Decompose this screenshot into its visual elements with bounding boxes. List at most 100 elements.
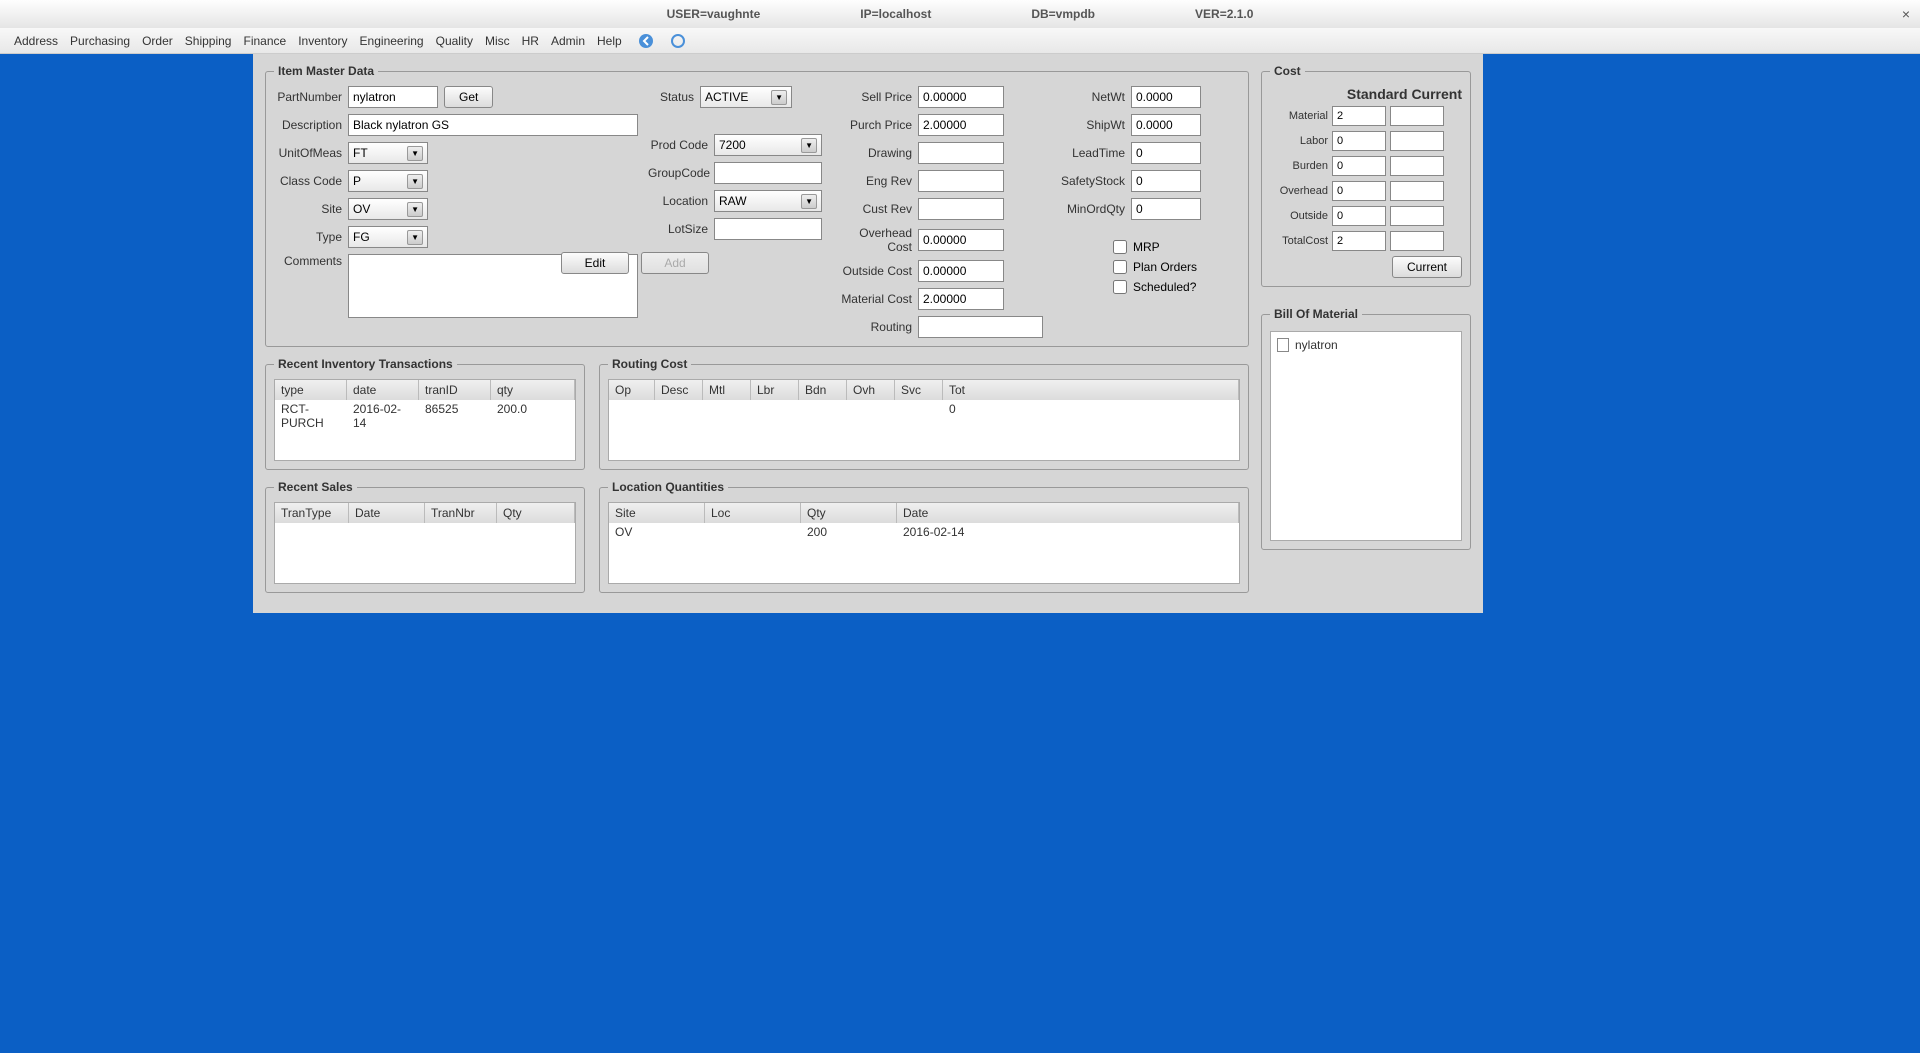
menu-inventory[interactable]: Inventory [292,30,353,52]
table-row[interactable]: 0 [609,400,1239,418]
labor-cur[interactable] [1390,131,1444,151]
outside-std[interactable] [1332,206,1386,226]
current-button[interactable]: Current [1392,256,1462,278]
netwt-input[interactable] [1131,86,1201,108]
drawing-input[interactable] [918,142,1004,164]
th-tot[interactable]: Tot [943,380,1239,400]
burden-label: Burden [1270,160,1328,172]
location-select[interactable]: RAW [714,190,822,212]
bom-item[interactable]: nylatron [1277,338,1455,352]
shipwt-input[interactable] [1131,114,1201,136]
th-loc[interactable]: Loc [705,503,801,523]
th-svc[interactable]: Svc [895,380,943,400]
menu-shipping[interactable]: Shipping [179,30,238,52]
classcode-select[interactable]: P [348,170,428,192]
routing-cost-table[interactable]: Op Desc Mtl Lbr Bdn Ovh Svc Tot 0 [608,379,1240,461]
back-icon[interactable] [632,29,660,53]
th-ovh[interactable]: Ovh [847,380,895,400]
engrev-label: Eng Rev [832,174,912,188]
menu-address[interactable]: Address [8,30,64,52]
menu-quality[interactable]: Quality [430,30,479,52]
th-lsite[interactable]: Site [609,503,705,523]
totalcost-cur[interactable] [1390,231,1444,251]
prodcode-select[interactable]: 7200 [714,134,822,156]
menu-admin[interactable]: Admin [545,30,591,52]
overheadcost-label: Overhead Cost [832,226,912,254]
partnumber-label: PartNumber [274,90,342,104]
material-cur[interactable] [1390,106,1444,126]
locqty-table[interactable]: Site Loc Qty Date OV 200 2016-02-14 [608,502,1240,584]
overhead-cur[interactable] [1390,181,1444,201]
burden-std[interactable] [1332,156,1386,176]
uom-select[interactable]: FT [348,142,428,164]
recent-sales-table[interactable]: TranType Date TranNbr Qty [274,502,576,584]
menubar: Address Purchasing Order Shipping Financ… [0,28,1920,54]
purchprice-label: Purch Price [832,118,912,132]
minordqty-label: MinOrdQty [1053,202,1125,216]
th-lqty[interactable]: Qty [801,503,897,523]
menu-finance[interactable]: Finance [237,30,292,52]
lotsize-input[interactable] [714,218,822,240]
table-row[interactable]: RCT-PURCH 2016-02-14 86525 200.0 [275,400,575,432]
outside-cur[interactable] [1390,206,1444,226]
engrev-input[interactable] [918,170,1004,192]
menu-engineering[interactable]: Engineering [354,30,430,52]
leadtime-input[interactable] [1131,142,1201,164]
purchprice-input[interactable] [918,114,1004,136]
th-type[interactable]: type [275,380,347,400]
totalcost-std[interactable] [1332,231,1386,251]
th-tranid[interactable]: tranID [419,380,491,400]
routing-input[interactable] [918,316,1043,338]
th-sqty[interactable]: Qty [497,503,575,523]
menu-help[interactable]: Help [591,30,628,52]
planorders-checkbox[interactable] [1113,260,1127,274]
scheduled-checkbox[interactable] [1113,280,1127,294]
type-select[interactable]: FG [348,226,428,248]
th-trantype[interactable]: TranType [275,503,349,523]
th-sdate[interactable]: Date [349,503,425,523]
edit-button[interactable]: Edit [561,252,629,274]
menu-hr[interactable]: HR [516,30,545,52]
routing-cost-legend: Routing Cost [608,357,691,371]
status-label: Status [648,90,694,104]
ip-info: IP=localhost [860,7,931,21]
labor-std[interactable] [1332,131,1386,151]
th-date[interactable]: date [347,380,419,400]
burden-cur[interactable] [1390,156,1444,176]
mrp-checkbox[interactable] [1113,240,1127,254]
th-trannbr[interactable]: TranNbr [425,503,497,523]
th-op[interactable]: Op [609,380,655,400]
site-select[interactable]: OV [348,198,428,220]
menu-order[interactable]: Order [136,30,179,52]
recent-inv-table[interactable]: type date tranID qty RCT-PURCH 2016-02-1… [274,379,576,461]
th-lbr[interactable]: Lbr [751,380,799,400]
status-select[interactable]: ACTIVE [700,86,792,108]
cost-panel: Cost Standard Current Material Labor Bur… [1261,64,1471,287]
groupcode-input[interactable] [714,162,822,184]
overhead-std[interactable] [1332,181,1386,201]
safetystock-label: SafetyStock [1053,174,1125,188]
materialcost-input[interactable] [918,288,1004,310]
menu-purchasing[interactable]: Purchasing [64,30,136,52]
custrev-input[interactable] [918,198,1004,220]
outsidecost-input[interactable] [918,260,1004,282]
refresh-icon[interactable] [664,29,692,53]
titlebar: USER=vaughnte IP=localhost DB=vmpdb VER=… [0,0,1920,28]
th-ldate[interactable]: Date [897,503,1239,523]
partnumber-input[interactable] [348,86,438,108]
th-qty[interactable]: qty [491,380,575,400]
minordqty-input[interactable] [1131,198,1201,220]
th-bdn[interactable]: Bdn [799,380,847,400]
sellprice-input[interactable] [918,86,1004,108]
safetystock-input[interactable] [1131,170,1201,192]
overheadcost-input[interactable] [918,229,1004,251]
routing-cost-panel: Routing Cost Op Desc Mtl Lbr Bdn Ovh Svc… [599,357,1249,470]
th-desc[interactable]: Desc [655,380,703,400]
menu-misc[interactable]: Misc [479,30,516,52]
bom-item-label: nylatron [1295,338,1338,352]
material-std[interactable] [1332,106,1386,126]
close-icon[interactable]: × [1902,6,1910,22]
description-label: Description [274,118,342,132]
th-mtl[interactable]: Mtl [703,380,751,400]
table-row[interactable]: OV 200 2016-02-14 [609,523,1239,541]
